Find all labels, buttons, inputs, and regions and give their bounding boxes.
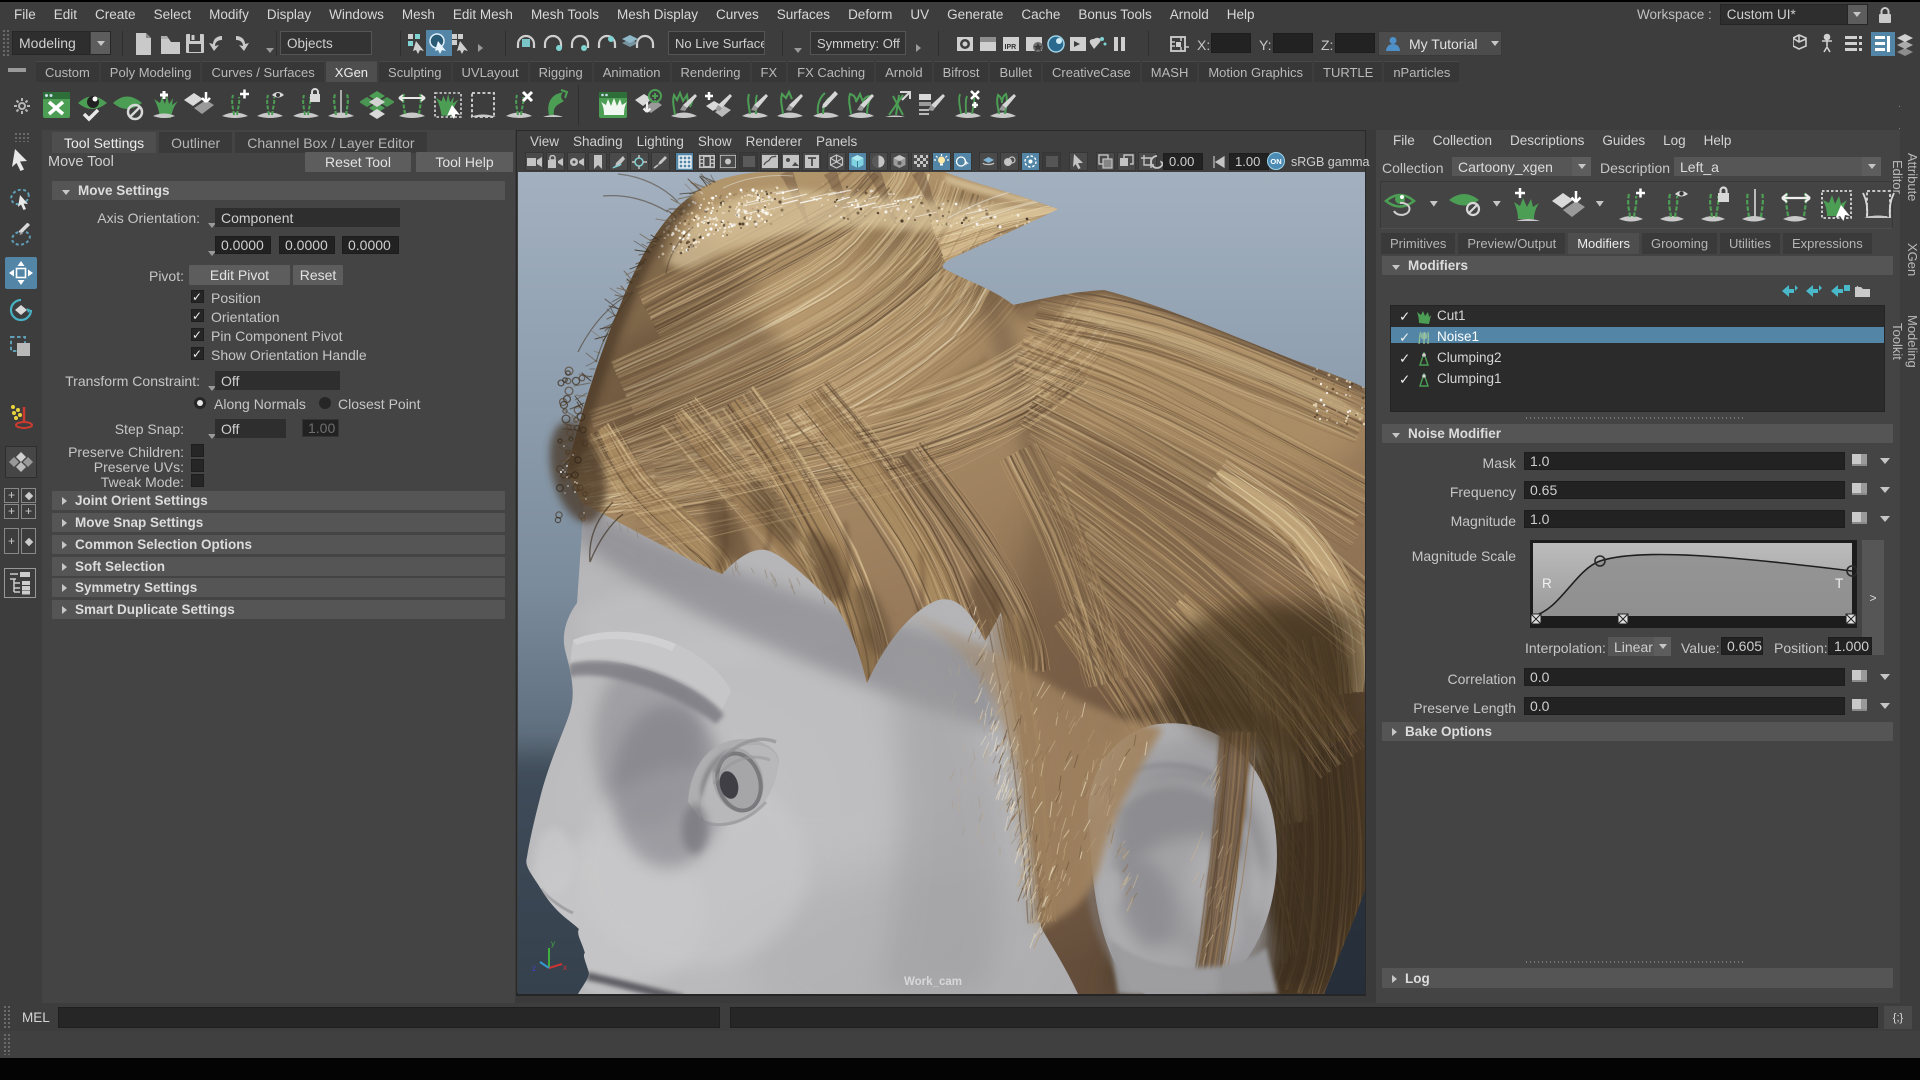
svg-text:Work_cam: Work_cam: [904, 976, 962, 988]
svg-text:x: x: [563, 963, 567, 972]
svg-text:R: R: [1542, 576, 1552, 591]
svg-text:T: T: [1835, 576, 1843, 591]
svg-text:IPR: IPR: [1005, 44, 1017, 51]
svg-text:y: y: [551, 939, 555, 948]
svg-text:z: z: [532, 964, 536, 973]
